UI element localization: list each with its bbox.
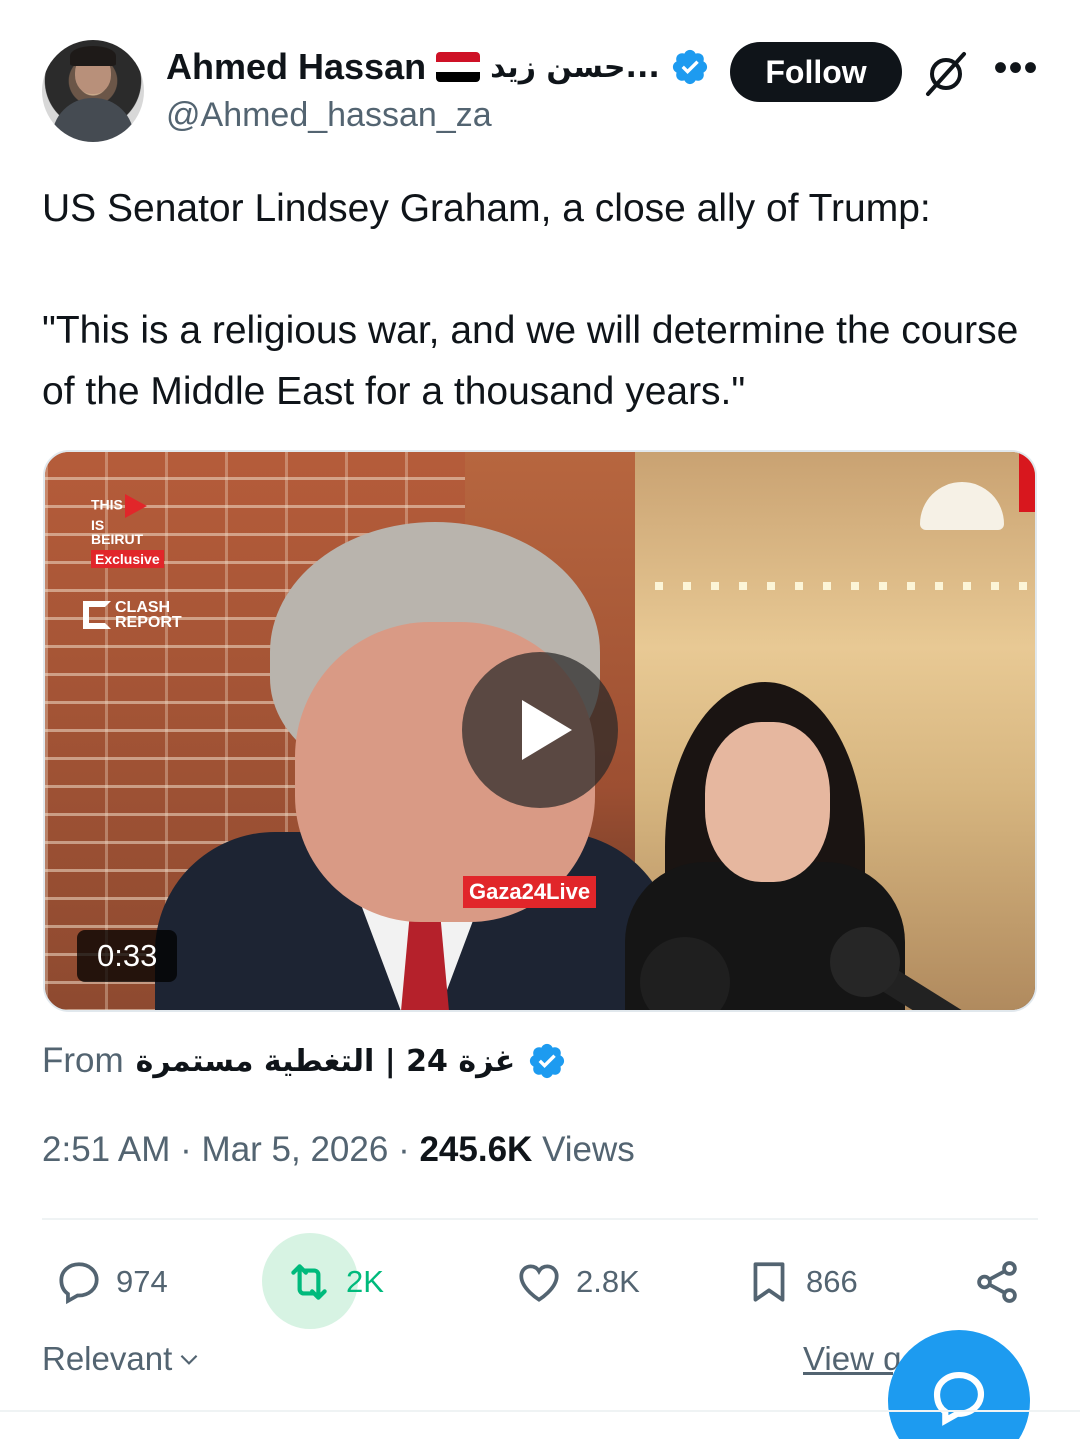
sort-dropdown[interactable]: Relevant [42, 1340, 202, 1378]
divider [0, 1410, 1080, 1412]
video-duration: 0:33 [77, 930, 178, 982]
author-arabic-name[interactable]: ...حسن زيد [490, 50, 660, 85]
tweet-header: Ahmed Hassan ...حسن زيد @Ahmed_hassan_za… [42, 40, 1042, 150]
views-count: 245.6K [419, 1130, 533, 1169]
reply-bubble-icon [933, 1371, 985, 1426]
this-is-beirut-logo: THIS IS BEIRUT Exclusive [91, 494, 181, 568]
source-account-name[interactable]: غزة 24 | التغطية مستمرة [136, 1044, 516, 1079]
reply-button[interactable]: 974 [54, 1254, 168, 1310]
grok-slash-icon[interactable] [922, 50, 970, 98]
tweet-time[interactable]: 2:51 AM [42, 1130, 170, 1169]
tweet-text-line-1: US Senator Lindsey Graham, a close ally … [42, 187, 931, 230]
gaza24live-watermark: Gaza24Live [463, 876, 597, 908]
tweet-date[interactable]: Mar 5, 2026 [202, 1130, 389, 1169]
repost-icon [291, 1264, 327, 1300]
share-button[interactable] [972, 1254, 1022, 1310]
verified-badge-icon[interactable] [670, 47, 710, 87]
bookmark-count: 866 [806, 1264, 858, 1299]
more-horizontal-icon[interactable]: ••• [992, 48, 1040, 96]
bookmark-button[interactable]: 866 [744, 1254, 858, 1310]
tweet-meta: 2:51 AM · Mar 5, 2026 · 245.6K Views [42, 1130, 635, 1169]
video-source-attribution[interactable]: From غزة 24 | التغطية مستمرة [42, 1036, 567, 1086]
like-count: 2.8K [576, 1264, 640, 1299]
from-label: From [42, 1041, 124, 1080]
repost-button[interactable]: 2K [284, 1254, 384, 1310]
play-button[interactable] [462, 652, 618, 808]
tweet-text: US Senator Lindsey Graham, a close ally … [42, 178, 1042, 422]
follow-button[interactable]: Follow [730, 42, 902, 102]
share-icon [977, 1261, 1017, 1303]
sort-label: Relevant [42, 1340, 173, 1377]
play-icon [522, 700, 572, 760]
verified-badge-icon [530, 1043, 565, 1079]
avatar[interactable] [42, 40, 144, 142]
author-display-name[interactable]: Ahmed Hassan [166, 46, 426, 88]
view-quotes-link[interactable]: View q [803, 1340, 901, 1378]
bookmark-icon [753, 1262, 785, 1302]
reply-count: 974 [116, 1264, 168, 1299]
author-name-row[interactable]: Ahmed Hassan ...حسن زيد [166, 44, 710, 90]
views-label: Views [542, 1130, 635, 1169]
repost-count: 2K [346, 1264, 384, 1299]
like-button[interactable]: 2.8K [514, 1254, 640, 1310]
author-handle[interactable]: @Ahmed_hassan_za [166, 96, 492, 135]
chevron-down-icon [180, 1354, 198, 1365]
video-player[interactable]: THIS IS BEIRUT Exclusive CLASH REPORT Gaz… [43, 450, 1037, 1012]
reply-icon [59, 1262, 99, 1305]
yemen-flag-icon [436, 52, 481, 82]
clash-report-logo: CLASH REPORT [83, 600, 182, 631]
heart-icon [519, 1264, 559, 1302]
tweet-text-quote: "This is a religious war, and we will de… [42, 309, 1019, 413]
divider [42, 1218, 1038, 1220]
